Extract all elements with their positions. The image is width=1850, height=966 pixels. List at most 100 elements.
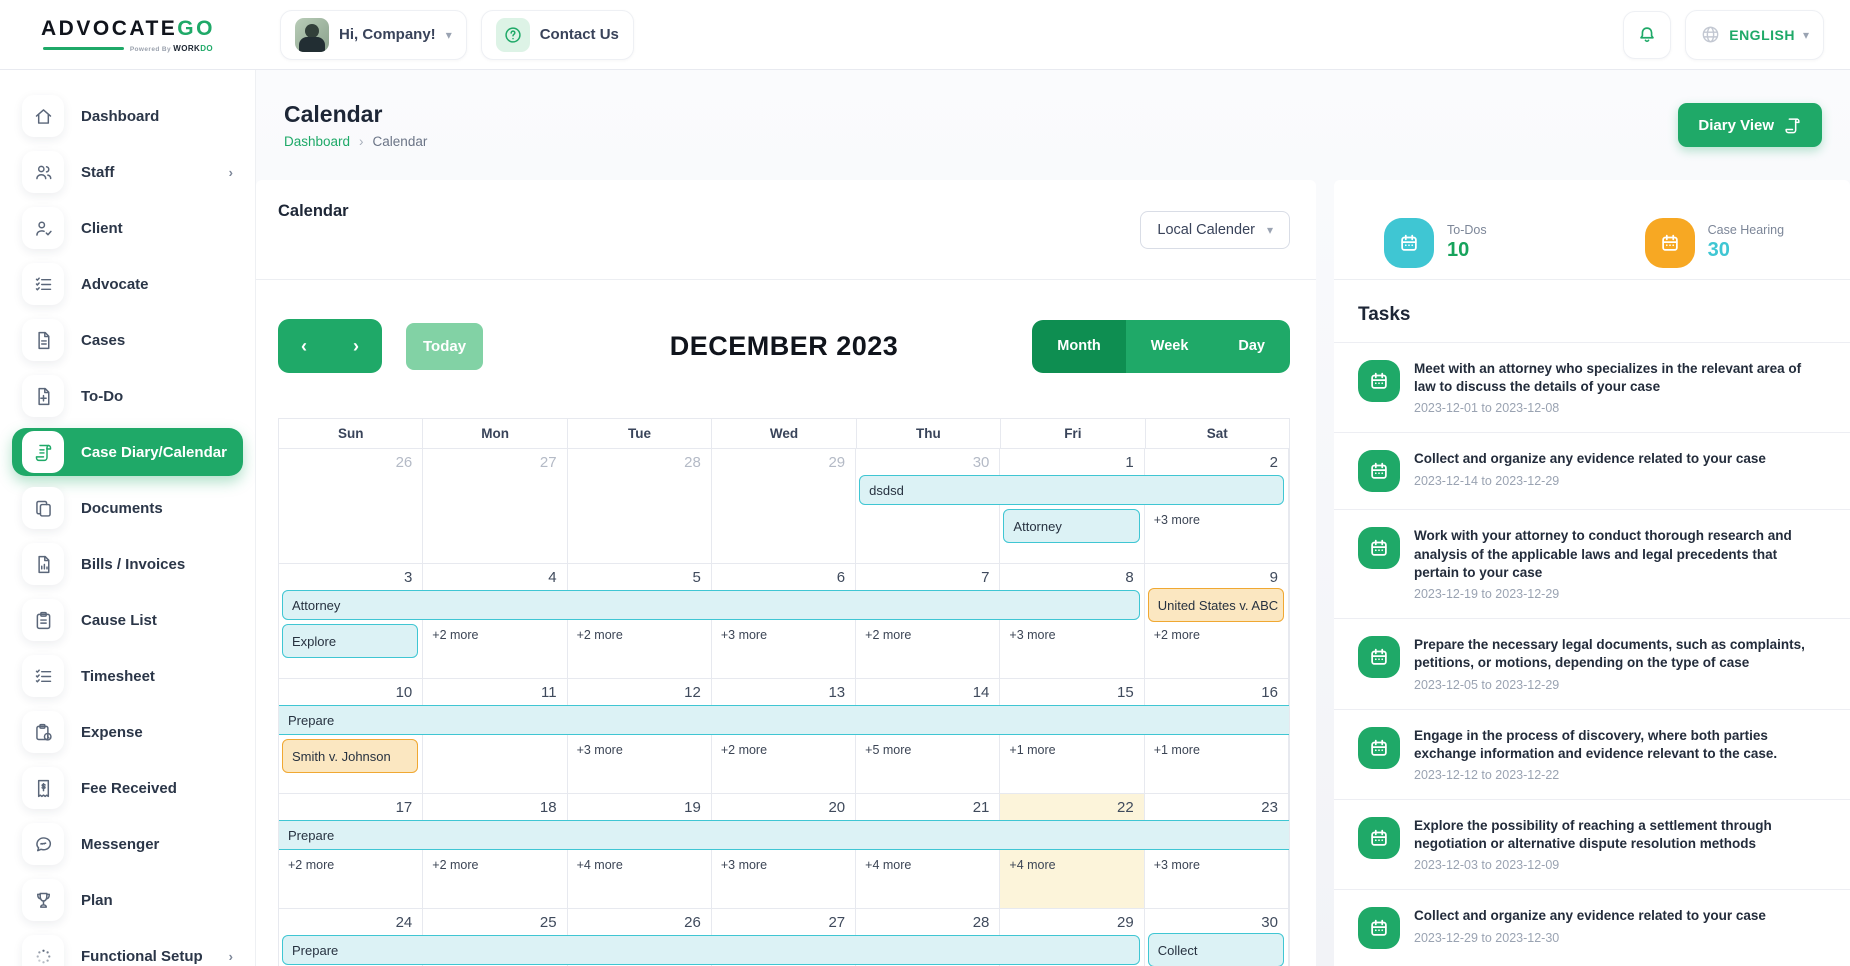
day-cell[interactable]: 26 [279,449,423,563]
day-cell[interactable]: 28 [568,449,712,563]
day-cell[interactable]: 17 [279,794,423,908]
day-cell[interactable]: 3 [279,564,423,678]
calendar-nav-group: ‹ › [278,319,382,373]
more-events-link[interactable]: +3 more [1154,513,1200,527]
calendar-event[interactable]: Prepare [279,820,1289,850]
more-events-link[interactable]: +2 more [432,858,478,872]
sidebar-item-functional-setup[interactable]: Functional Setup › [12,932,243,966]
day-cell[interactable]: 21 [856,794,1000,908]
more-events-link[interactable]: +4 more [865,858,911,872]
breadcrumb-dashboard-link[interactable]: Dashboard [284,134,350,149]
more-events-link[interactable]: +1 more [1154,743,1200,757]
stat-label: Case Hearing [1708,223,1784,237]
calendar-event[interactable]: Collect [1148,933,1284,966]
view-month-button[interactable]: Month [1032,320,1125,373]
task-item[interactable]: Collect and organize any evidence relate… [1334,890,1850,966]
more-events-link[interactable]: +3 more [721,858,767,872]
sidebar-item-documents[interactable]: Documents › [12,484,243,532]
day-cell[interactable]: 15 [1000,679,1144,793]
day-cell[interactable]: 16 [1145,679,1289,793]
more-events-link[interactable]: +2 more [288,858,334,872]
day-cell[interactable]: 1 [1000,449,1144,563]
sidebar-item-advocate[interactable]: Advocate › [12,260,243,308]
more-events-link[interactable]: +2 more [721,743,767,757]
task-date-range: 2023-12-12 to 2023-12-22 [1414,768,1822,782]
more-events-link[interactable]: +3 more [721,628,767,642]
calendar-event[interactable]: Attorney [1003,509,1139,543]
more-events-link[interactable]: +2 more [432,628,478,642]
more-events-link[interactable]: +2 more [577,628,623,642]
sidebar-item-dashboard[interactable]: Dashboard › [12,92,243,140]
view-week-button[interactable]: Week [1126,320,1214,373]
more-events-link[interactable]: +3 more [1009,628,1055,642]
diary-view-button[interactable]: Diary View [1678,103,1822,147]
task-item[interactable]: Prepare the necessary legal documents, s… [1334,619,1850,709]
day-cell[interactable]: 8 [1000,564,1144,678]
view-day-button[interactable]: Day [1213,320,1290,373]
task-item[interactable]: Meet with an attorney who specializes in… [1334,343,1850,433]
day-cell[interactable]: 4 [423,564,567,678]
notifications-button[interactable] [1623,11,1671,59]
sidebar-item-expense[interactable]: Expense › [12,708,243,756]
calendar-event[interactable]: Smith v. Johnson [282,739,418,773]
day-cell[interactable]: 11 [423,679,567,793]
sidebar-item-client[interactable]: Client › [12,204,243,252]
day-cell[interactable]: 23 [1145,794,1289,908]
day-cell[interactable]: 12 [568,679,712,793]
sidebar-item-fee-received[interactable]: Fee Received › [12,764,243,812]
sidebar-item-cause-list[interactable]: Cause List › [12,596,243,644]
more-events-link[interactable]: +5 more [865,743,911,757]
day-cell[interactable]: 29 [712,449,856,563]
task-item[interactable]: Explore the possibility of reaching a se… [1334,800,1850,890]
day-cell[interactable]: 5 [568,564,712,678]
calendar-event[interactable]: United States v. ABC [1148,588,1284,622]
day-cell[interactable]: 13 [712,679,856,793]
language-selector[interactable]: ENGLISH ▾ [1685,10,1824,60]
sidebar-item-timesheet[interactable]: Timesheet › [12,652,243,700]
day-cell[interactable]: 7 [856,564,1000,678]
day-cell[interactable]: 27 [423,449,567,563]
weekday-header: Thu [857,419,1001,448]
sidebar-item-staff[interactable]: Staff › [12,148,243,196]
sidebar-item-cases[interactable]: Cases › [12,316,243,364]
more-events-link[interactable]: +1 more [1009,743,1055,757]
copy-icon [22,487,64,529]
more-events-link[interactable]: +2 more [865,628,911,642]
calendar-source-select[interactable]: Local Calender ▾ [1140,211,1290,249]
day-cell[interactable]: 10 [279,679,423,793]
user-menu[interactable]: Hi, Company! ▾ [280,10,467,60]
sidebar-item-plan[interactable]: Plan › [12,876,243,924]
today-button[interactable]: Today [406,323,483,370]
calendar-event[interactable]: Prepare [282,935,1140,965]
day-cell[interactable]: 6 [712,564,856,678]
day-cell[interactable]: 19 [568,794,712,908]
sidebar-item-to-do[interactable]: To-Do › [12,372,243,420]
calendar-event[interactable]: dsdsd [859,475,1284,505]
calendar-event[interactable]: Prepare [279,705,1289,735]
contact-us-button[interactable]: Contact Us [481,10,634,60]
more-events-link[interactable]: +4 more [577,858,623,872]
prev-month-button[interactable]: ‹ [278,319,330,373]
day-cell[interactable]: 2 [1145,449,1289,563]
day-cell[interactable]: 18 [423,794,567,908]
sidebar-item-bills-invoices[interactable]: Bills / Invoices › [12,540,243,588]
sidebar-item-messenger[interactable]: Messenger › [12,820,243,868]
task-item[interactable]: Collect and organize any evidence relate… [1334,433,1850,510]
calendar-event[interactable]: Attorney [282,590,1140,620]
more-events-link[interactable]: +2 more [1154,628,1200,642]
day-cell[interactable]: 14 [856,679,1000,793]
sidebar-item-case-diary-calendar[interactable]: Case Diary/Calendar › [12,428,243,476]
task-item[interactable]: Engage in the process of discovery, wher… [1334,710,1850,800]
calendar-event[interactable]: Explore [282,624,418,658]
task-item[interactable]: Work with your attorney to conduct thoro… [1334,510,1850,619]
calendar-icon [1358,907,1400,949]
more-events-link[interactable]: +3 more [1154,858,1200,872]
day-cell[interactable]: 20 [712,794,856,908]
next-month-button[interactable]: › [330,319,382,373]
more-events-link[interactable]: +3 more [577,743,623,757]
more-events-link[interactable]: +4 more [1009,858,1055,872]
day-cell[interactable]: 30 [856,449,1000,563]
weekday-header: Sun [279,419,423,448]
day-cell-today[interactable]: 22 [1000,794,1144,908]
app-logo[interactable]: ADVOCATEGO Powered By WORKDO [0,17,256,53]
